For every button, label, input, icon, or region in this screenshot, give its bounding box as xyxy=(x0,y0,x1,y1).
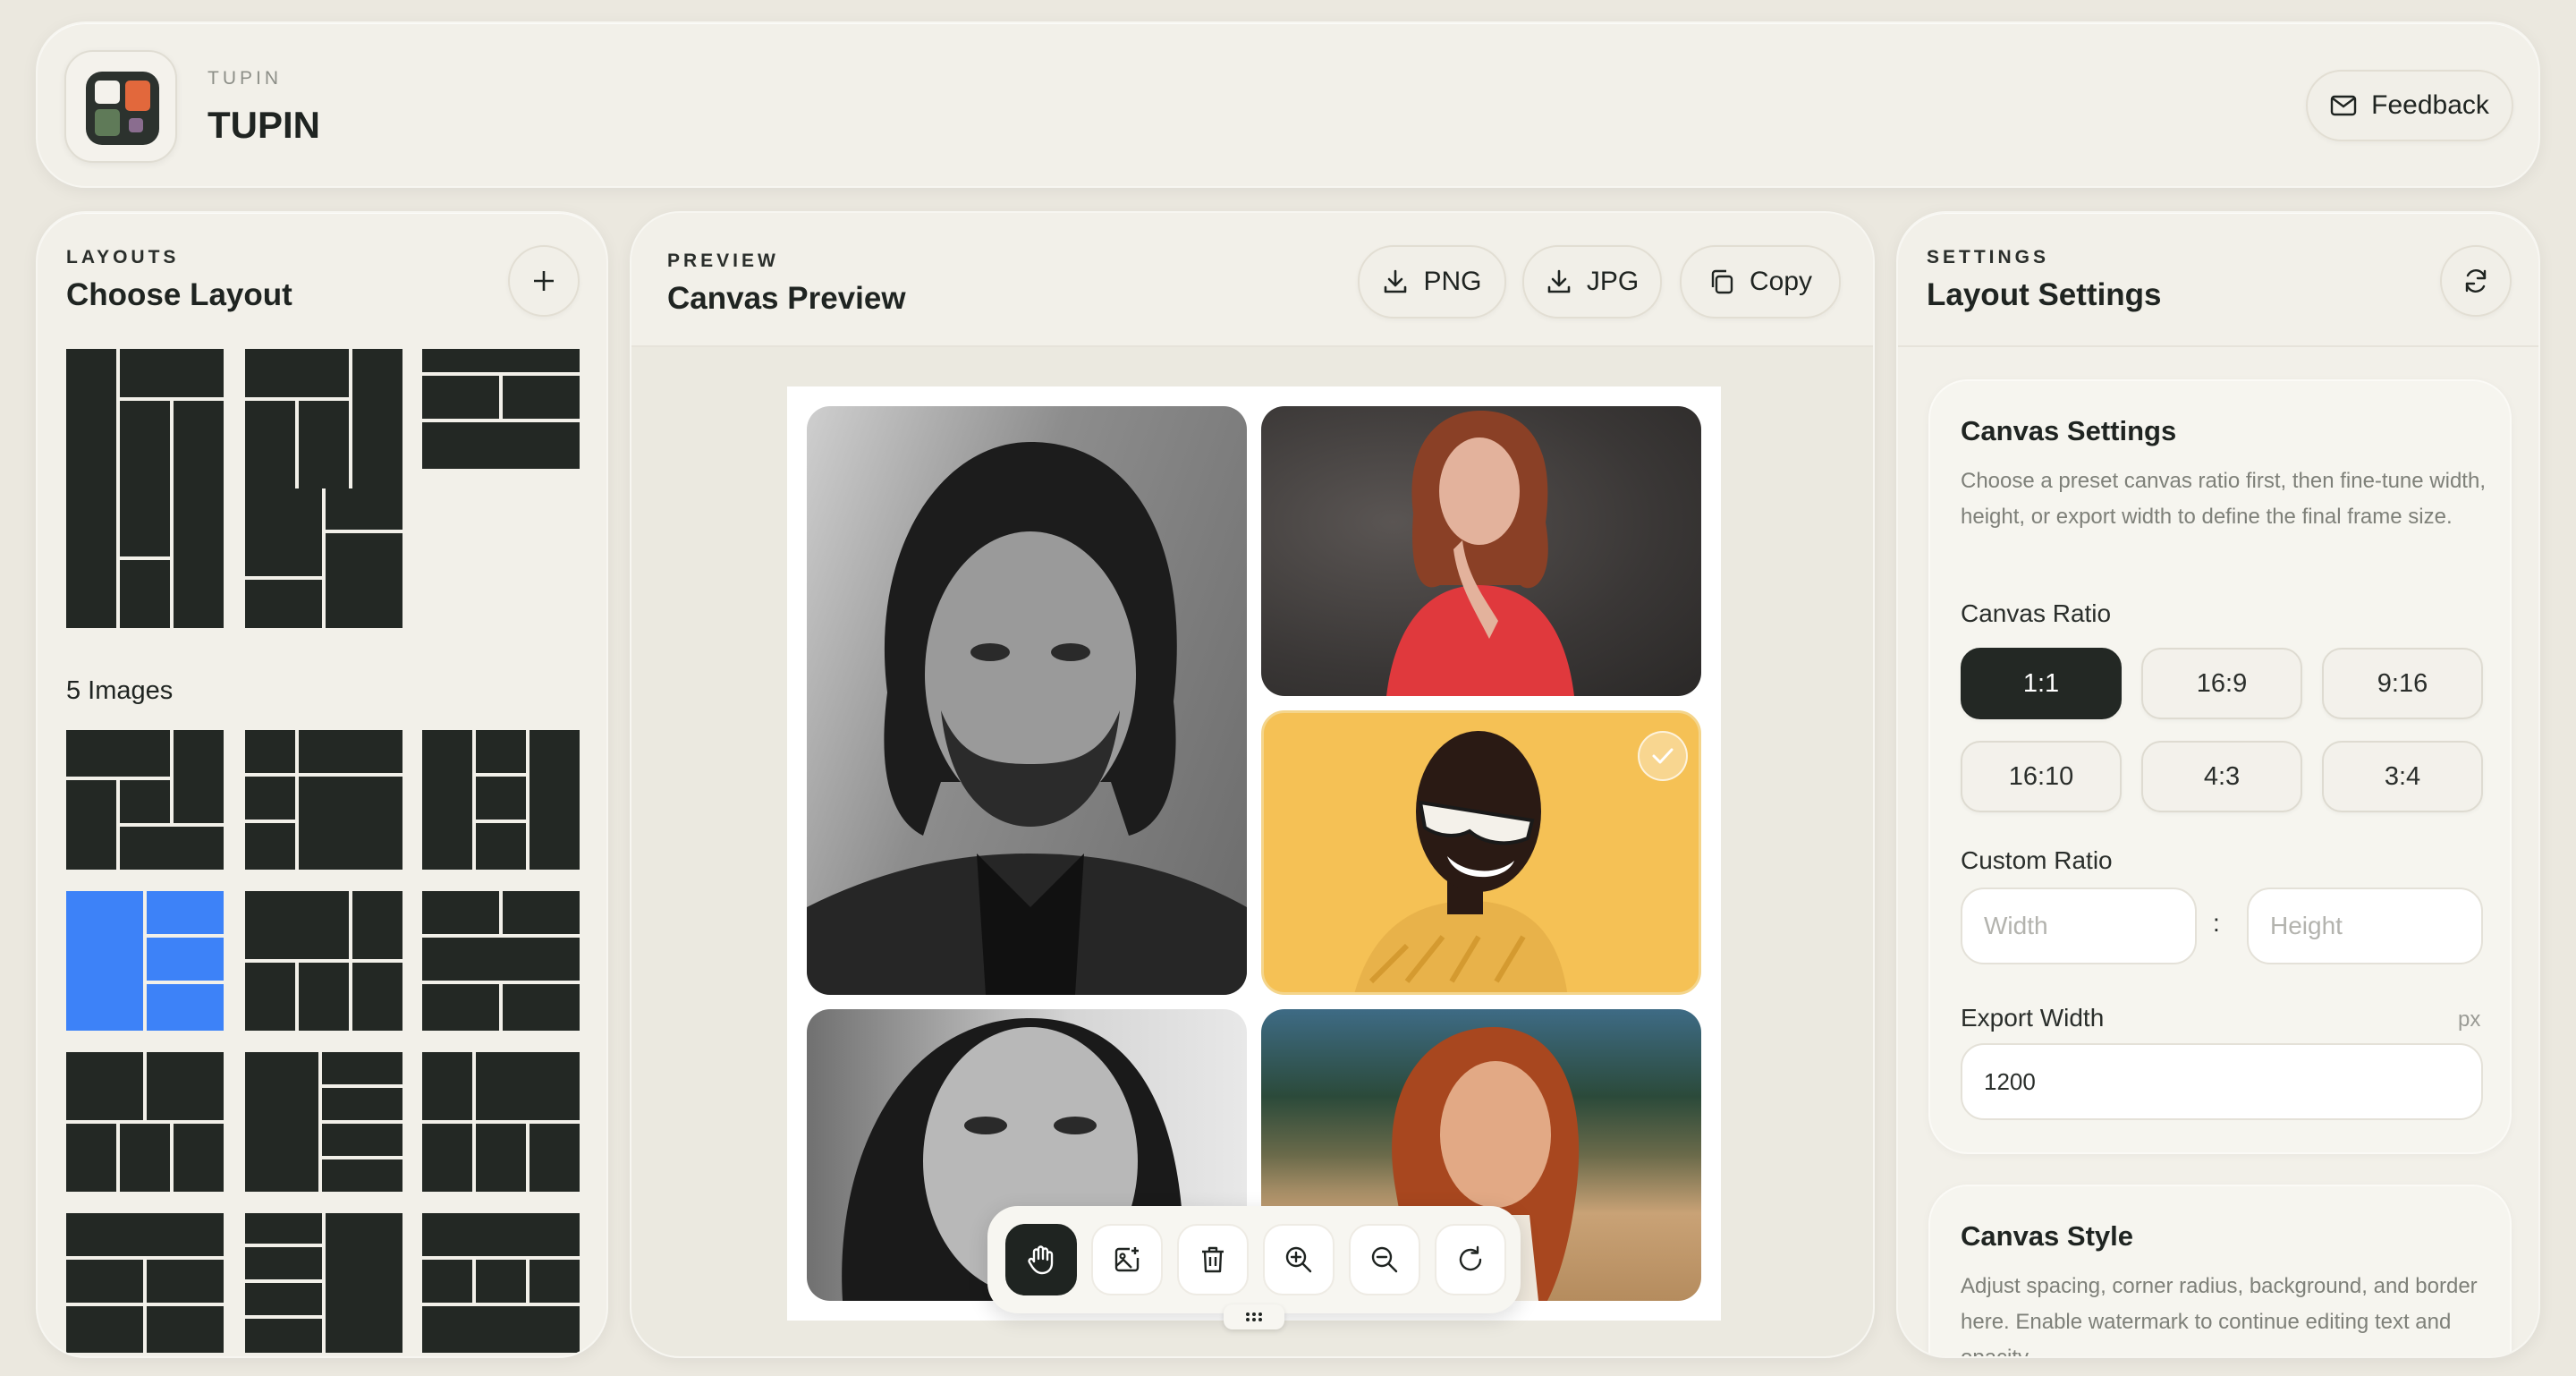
export-unit: px xyxy=(2458,1007,2481,1032)
png-label: PNG xyxy=(1423,267,1482,296)
delete-button[interactable] xyxy=(1177,1224,1249,1295)
app-header: TUPIN TUPIN Feedback xyxy=(36,21,2540,188)
preview-title: Canvas Preview xyxy=(667,281,906,316)
photo-slot-3-selected[interactable] xyxy=(1261,710,1701,995)
canvas-settings-description: Choose a preset canvas ratio first, then… xyxy=(1961,469,2486,529)
settings-divider xyxy=(1898,345,2538,347)
custom-ratio-label: Custom Ratio xyxy=(1961,846,2113,874)
collage-canvas[interactable] xyxy=(787,386,1721,1321)
export-width-input[interactable]: 1200 xyxy=(1961,1043,2483,1120)
refresh-icon xyxy=(1455,1244,1486,1275)
refresh-settings-button[interactable] xyxy=(2440,245,2512,317)
drag-handle[interactable] xyxy=(1224,1304,1284,1329)
canvas-ratio-label: Canvas Ratio xyxy=(1961,599,2112,627)
add-image-button[interactable] xyxy=(1091,1224,1163,1295)
feedback-label: Feedback xyxy=(2371,90,2489,120)
ratio-option-4-3[interactable]: 4:3 xyxy=(2141,741,2302,812)
canvas-style-title: Canvas Style xyxy=(1961,1220,2133,1252)
hand-icon xyxy=(1025,1244,1057,1276)
zoom-in-button[interactable] xyxy=(1263,1224,1335,1295)
photo-slot-2[interactable] xyxy=(1261,406,1701,696)
layout-thumb[interactable] xyxy=(66,1052,224,1192)
layout-thumb[interactable] xyxy=(245,349,402,488)
hand-tool-button[interactable] xyxy=(1005,1224,1077,1295)
canvas-style-card: Canvas Style Adjust spacing, corner radi… xyxy=(1928,1185,2512,1358)
preview-kicker: PREVIEW xyxy=(667,251,779,271)
ratio-option-9-16[interactable]: 9:16 xyxy=(2322,648,2483,719)
canvas-toolbar xyxy=(987,1206,1521,1313)
download-png-button[interactable]: PNG xyxy=(1358,245,1506,319)
app-logo xyxy=(64,50,177,163)
download-icon xyxy=(1546,268,1572,295)
layout-thumb[interactable] xyxy=(422,730,580,870)
ratio-option-16-9[interactable]: 16:9 xyxy=(2141,648,2302,719)
trash-icon xyxy=(1199,1244,1227,1275)
download-jpg-button[interactable]: JPG xyxy=(1522,245,1662,319)
zoom-in-icon xyxy=(1284,1244,1314,1275)
layout-thumb[interactable] xyxy=(422,349,580,469)
zoom-out-icon xyxy=(1369,1244,1400,1275)
layouts-kicker: LAYOUTS xyxy=(66,247,180,268)
add-image-icon xyxy=(1112,1244,1142,1275)
app-title: TUPIN xyxy=(208,104,320,146)
settings-panel: SETTINGS Layout Settings Canvas Settings… xyxy=(1896,211,2540,1358)
canvas-settings-card: Canvas Settings Choose a preset canvas r… xyxy=(1928,379,2512,1154)
layouts-panel: LAYOUTS Choose Layout 5 Images xyxy=(36,211,608,1358)
selected-check-icon xyxy=(1638,731,1688,781)
layouts-title: Choose Layout xyxy=(66,277,292,312)
copy-label: Copy xyxy=(1749,267,1813,296)
add-layout-button[interactable] xyxy=(508,245,580,317)
layout-thumb-selected[interactable] xyxy=(66,891,224,1031)
layout-thumb[interactable] xyxy=(245,891,402,1031)
ratio-separator: : xyxy=(2213,909,2220,937)
ratio-option-16-10[interactable]: 16:10 xyxy=(1961,741,2122,812)
woman-red-top-image xyxy=(1386,411,1574,696)
layout-thumb[interactable] xyxy=(245,1213,402,1353)
portrait-man-image xyxy=(807,442,1247,995)
layout-thumb[interactable] xyxy=(66,349,224,488)
refresh-icon xyxy=(2462,267,2490,295)
layout-thumb[interactable] xyxy=(245,488,402,628)
reset-button[interactable] xyxy=(1435,1224,1506,1295)
layout-thumb[interactable] xyxy=(422,1052,580,1192)
copy-icon xyxy=(1708,268,1735,295)
photo-slot-1[interactable] xyxy=(807,406,1247,995)
layout-thumb[interactable] xyxy=(66,488,224,628)
jpg-label: JPG xyxy=(1586,267,1640,296)
woman-sunglasses-image xyxy=(1354,731,1568,992)
layout-thumb[interactable] xyxy=(66,730,224,870)
preview-panel: PREVIEW Canvas Preview PNG JPG Copy xyxy=(630,211,1875,1358)
custom-width-input[interactable]: Width xyxy=(1961,888,2197,964)
copy-button[interactable]: Copy xyxy=(1680,245,1841,319)
ratio-option-3-4[interactable]: 3:4 xyxy=(2322,741,2483,812)
settings-title: Layout Settings xyxy=(1927,277,2162,312)
mail-icon xyxy=(2330,95,2357,116)
ratio-option-1-1[interactable]: 1:1 xyxy=(1961,648,2122,719)
canvas-settings-title: Canvas Settings xyxy=(1961,415,2177,446)
settings-kicker: SETTINGS xyxy=(1927,247,2050,268)
layout-thumb[interactable] xyxy=(245,1052,402,1192)
logo-icon xyxy=(86,72,159,145)
plus-icon xyxy=(532,269,555,293)
download-icon xyxy=(1382,268,1409,295)
layout-thumb[interactable] xyxy=(66,1213,224,1353)
export-width-label: Export Width xyxy=(1961,1004,2105,1032)
grip-icon xyxy=(1245,1312,1263,1322)
feedback-button[interactable]: Feedback xyxy=(2306,70,2513,141)
custom-height-input[interactable]: Height xyxy=(2247,888,2483,964)
canvas-style-description: Adjust spacing, corner radius, backgroun… xyxy=(1961,1274,2478,1358)
zoom-out-button[interactable] xyxy=(1349,1224,1420,1295)
layout-thumb[interactable] xyxy=(422,1213,580,1353)
layout-thumb[interactable] xyxy=(422,891,580,1031)
section-5-images-label: 5 Images xyxy=(66,676,174,705)
app-kicker: TUPIN xyxy=(208,68,282,89)
layout-thumb[interactable] xyxy=(245,730,402,870)
